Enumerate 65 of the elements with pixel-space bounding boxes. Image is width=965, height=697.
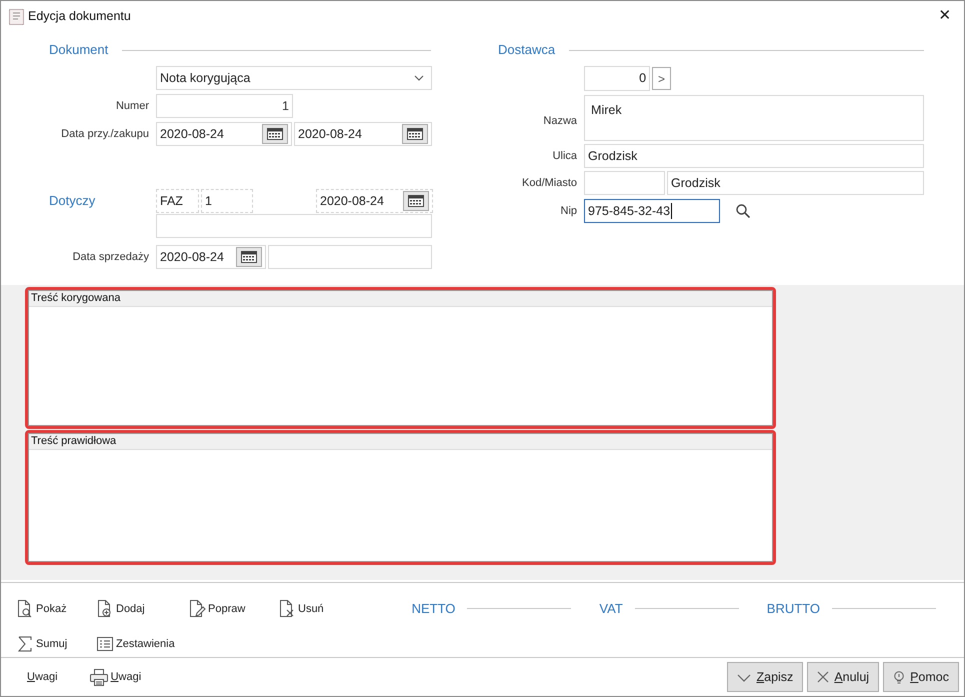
calendar-button[interactable] (403, 191, 429, 211)
total-label: BRUTTO (766, 600, 820, 618)
toolbar-button[interactable]: Usuń (278, 596, 324, 622)
field-label: Nazwa (542, 114, 578, 129)
toolbar-button[interactable]: Dodaj (96, 596, 145, 622)
close-icon (817, 671, 830, 683)
toolbar-button[interactable]: Sumuj (16, 630, 68, 657)
panel-title: Treść prawidłowa (29, 434, 772, 450)
date-field[interactable]: 2020-08-24 (156, 122, 292, 146)
field-label: Kod/Miasto (521, 176, 578, 191)
calendar-icon (241, 251, 257, 263)
text-field[interactable] (156, 214, 432, 238)
field-label: Dotyczy (49, 192, 96, 210)
date-field[interactable]: 2020-08-24 (294, 122, 432, 146)
section-heading: Dostawca (498, 41, 556, 60)
text-field[interactable]: FAZ (156, 189, 199, 213)
panel-title: Treść korygowana (29, 291, 772, 307)
dialog-button[interactable]: Zapisz (727, 662, 804, 692)
toolbar-button[interactable]: Popraw (188, 596, 246, 622)
document-icon (9, 8, 24, 24)
total-label: VAT (599, 600, 623, 618)
text-field[interactable]: 1 (156, 94, 293, 118)
text-field[interactable]: Grodzisk (667, 171, 924, 195)
dropdown[interactable]: Nota korygująca (156, 66, 432, 90)
lightbulb-icon (893, 670, 906, 684)
date-field[interactable]: 2020-08-24 (156, 245, 266, 269)
search-button[interactable] (736, 204, 750, 218)
field-label: Nip (560, 204, 578, 219)
toolbar-button[interactable]: Uwagi (27, 668, 58, 686)
field-label: Ulica (552, 148, 578, 164)
sigma-icon (16, 634, 34, 653)
calendar-button[interactable] (402, 124, 428, 144)
toolbar-button[interactable]: Uwagi (90, 668, 142, 686)
text-field[interactable]: 1 (201, 189, 253, 213)
calendar-icon (408, 195, 424, 207)
text-field[interactable]: Mirek (584, 95, 924, 141)
close-button[interactable]: ✕ (930, 4, 960, 30)
toolbar-button[interactable]: Zestawienia (96, 630, 175, 657)
text-field[interactable]: Grodzisk (584, 144, 924, 168)
toolbar-button[interactable]: Pokaż (16, 596, 67, 622)
field-label: Numer (114, 98, 149, 114)
chevron-down-icon (414, 75, 424, 81)
document-search-icon (16, 600, 34, 618)
list-icon (96, 634, 114, 653)
calendar-button[interactable] (236, 247, 262, 267)
total-label: NETTO (412, 600, 456, 618)
calendar-icon (407, 128, 423, 140)
text-field[interactable]: 0 (584, 66, 650, 91)
text-field[interactable] (584, 171, 666, 195)
section-heading: Dokument (49, 41, 108, 60)
document-pencil-icon (188, 600, 206, 618)
document-delete-icon (278, 600, 296, 618)
text-field[interactable] (268, 245, 432, 269)
search-icon (736, 204, 750, 218)
date-field[interactable]: 2020-08-24 (316, 189, 433, 213)
calendar-button[interactable] (262, 124, 288, 144)
window-title: Edycja dokumentu (28, 8, 131, 26)
field-label: Data przy./zakupu (60, 126, 149, 142)
dialog-button[interactable]: Anuluj (807, 662, 880, 692)
next-button[interactable]: > (652, 67, 672, 90)
text-field[interactable]: 975-845-32-43 (584, 199, 720, 223)
calendar-icon (267, 128, 283, 140)
printer-icon (90, 668, 108, 686)
field-label: Data sprzedaży (72, 250, 149, 265)
dialog-button[interactable]: Pomoc (883, 662, 959, 692)
